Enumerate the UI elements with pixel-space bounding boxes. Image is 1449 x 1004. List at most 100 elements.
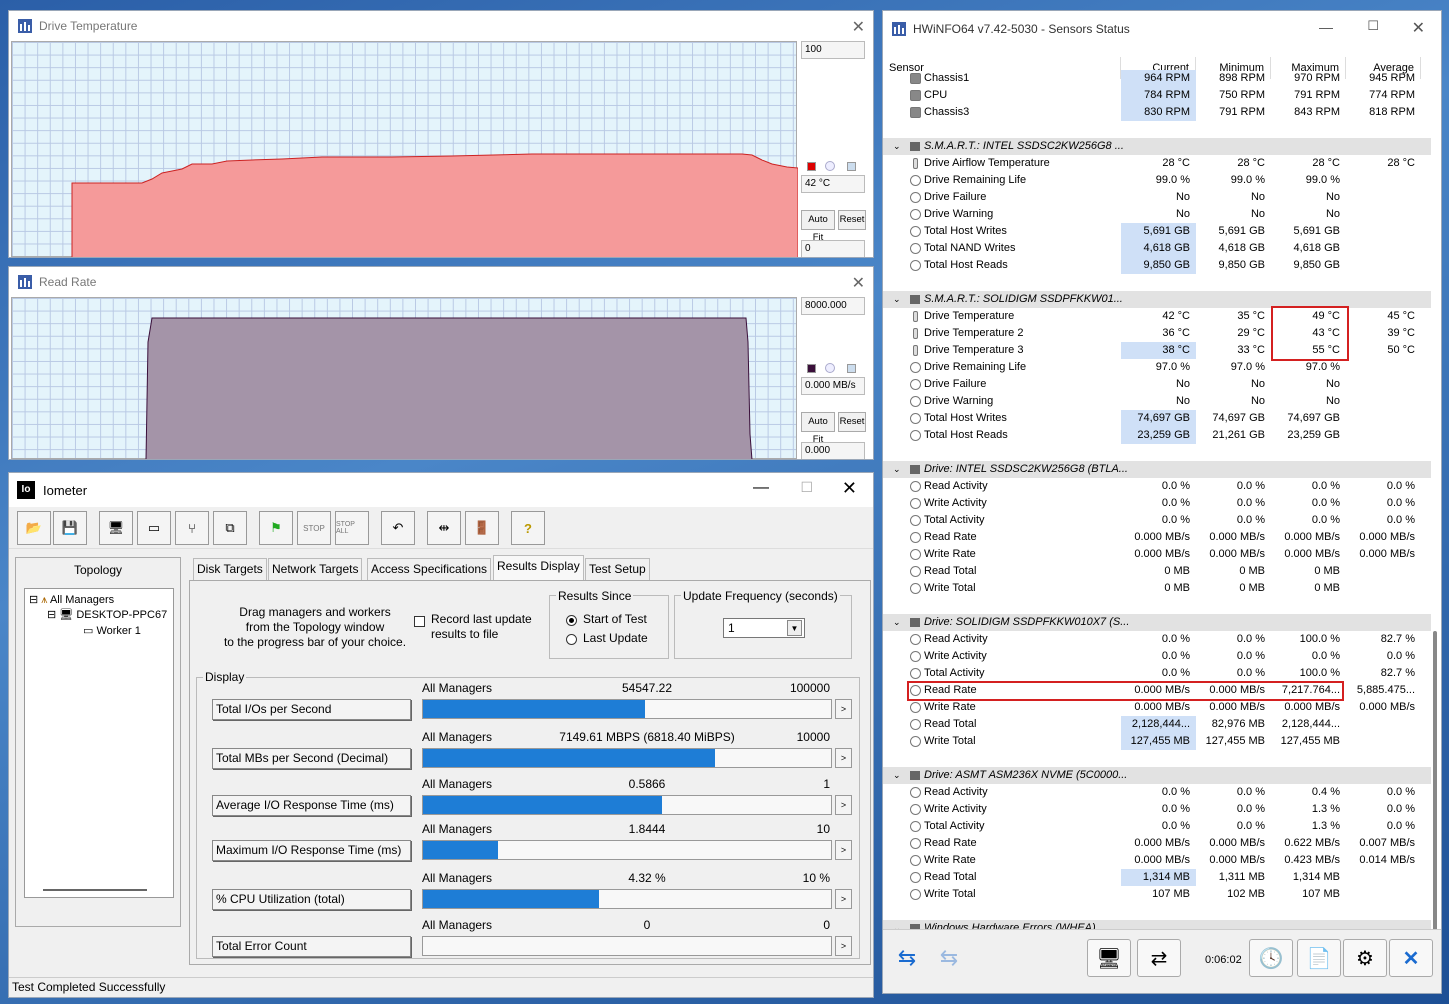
sensor-group-header[interactable]: ⌄ Drive: INTEL SSDSC2KW256G8 (BTLA... xyxy=(883,461,1431,478)
metric-progress-bar[interactable] xyxy=(422,936,832,956)
navigate-arrows-icon[interactable]: ⇆ xyxy=(885,939,929,977)
metric-select-arrow[interactable]: > xyxy=(835,699,852,719)
sensor-row[interactable]: Write Total 127,455 MB 127,455 MB 127,455 M… xyxy=(883,733,1431,750)
sensor-row[interactable]: Write Activity 0.0 % 0.0 % 0.0 % 0.0 % xyxy=(883,495,1431,512)
sensor-row[interactable]: Read Total 2,128,444... 82,976 MB 2,128,444… xyxy=(883,716,1431,733)
title-bar[interactable]: Io Iometer xyxy=(9,473,873,507)
reset-button[interactable]: Reset xyxy=(838,210,866,230)
sensor-monitor-icon[interactable]: 🖥 xyxy=(1087,939,1131,977)
start-tests-icon[interactable]: ⚑ xyxy=(259,511,293,545)
new-network-worker-icon[interactable]: ⑂ xyxy=(175,511,209,545)
sensor-row[interactable]: Read Total 1,314 MB 1,311 MB 1,314 MB xyxy=(883,869,1431,886)
close-sensors-icon[interactable]: ✕ xyxy=(1389,939,1433,977)
sensor-row[interactable]: Total Host Writes 74,697 GB 74,697 GB 74,69… xyxy=(883,410,1431,427)
color-red-swatch[interactable] xyxy=(807,162,816,171)
tree-scrollbar[interactable] xyxy=(43,889,147,891)
title-bar[interactable]: Read Rate xyxy=(9,267,873,297)
stop-all-icon[interactable]: STOP ALL xyxy=(335,511,369,545)
metric-select-arrow[interactable]: > xyxy=(835,795,852,815)
sensor-row[interactable]: Drive Remaining Life 97.0 % 97.0 % 97.0 % xyxy=(883,359,1431,376)
metric-label-button[interactable]: Total MBs per Second (Decimal) xyxy=(212,748,411,769)
tab-test-setup[interactable]: Test Setup xyxy=(585,558,650,580)
sensor-row[interactable]: Read Rate 0.000 MB/s 0.000 MB/s 0.000 MB/s 0… xyxy=(883,529,1431,546)
exit-icon[interactable]: 🚪 xyxy=(465,511,499,545)
sensor-row[interactable]: Read Total 0 MB 0 MB 0 MB xyxy=(883,563,1431,580)
sensor-row[interactable]: Drive Remaining Life 99.0 % 99.0 % 99.0 % xyxy=(883,172,1431,189)
sensor-row[interactable]: Total Host Reads 9,850 GB 9,850 GB 9,850 GB xyxy=(883,257,1431,274)
tab-access-specifications[interactable]: Access Specifications xyxy=(367,558,492,580)
collapse-chevron-icon[interactable]: ⌄ xyxy=(893,767,901,784)
metric-progress-bar[interactable] xyxy=(422,699,832,719)
clock-icon[interactable]: 🕓 xyxy=(1249,939,1293,977)
sensor-row[interactable]: Drive Warning No No No xyxy=(883,393,1431,410)
close-icon[interactable]: ✕ xyxy=(852,273,865,293)
metric-progress-bar[interactable] xyxy=(422,889,832,909)
sensor-row[interactable]: Read Activity 0.0 % 0.0 % 100.0 % 82.7 % xyxy=(883,631,1431,648)
maximize-icon[interactable]: ☐ xyxy=(1367,18,1379,34)
metric-select-arrow[interactable]: > xyxy=(835,936,852,956)
sensor-row[interactable]: Write Activity 0.0 % 0.0 % 0.0 % 0.0 % xyxy=(883,648,1431,665)
sensor-row[interactable]: Drive Failure No No No xyxy=(883,189,1431,206)
title-bar[interactable]: Drive Temperature xyxy=(9,11,873,41)
auto-fit-button[interactable]: Auto Fit xyxy=(801,210,835,243)
metric-select-arrow[interactable]: > xyxy=(835,840,852,860)
new-disk-worker-icon[interactable]: ▭ xyxy=(137,511,171,545)
auto-fit-button[interactable]: Auto Fit xyxy=(801,412,835,445)
sensor-row[interactable]: Total Activity 0.0 % 0.0 % 1.3 % 0.0 % xyxy=(883,818,1431,835)
sensor-row[interactable]: Write Activity 0.0 % 0.0 % 1.3 % 0.0 % xyxy=(883,801,1431,818)
sensor-row[interactable]: Total Host Reads 23,259 GB 21,261 GB 23,259… xyxy=(883,427,1431,444)
close-icon[interactable]: ✕ xyxy=(852,17,865,37)
navigate-disabled-icon[interactable]: ⇆ xyxy=(927,939,971,977)
tree-item-worker[interactable]: ▭ Worker 1 xyxy=(83,624,141,637)
metric-progress-bar[interactable] xyxy=(422,748,832,768)
save-icon[interactable]: 💾 xyxy=(53,511,87,545)
metric-label-button[interactable]: Total Error Count xyxy=(212,936,411,957)
sensor-group-header[interactable]: ⌄ Drive: ASMT ASM236X NVME (5C0000... xyxy=(883,767,1431,784)
network-icon[interactable]: ⇄ xyxy=(1137,939,1181,977)
disconnect-icon[interactable]: ⇹ xyxy=(427,511,461,545)
radio-start-of-test[interactable] xyxy=(566,615,577,626)
color-dark-swatch[interactable] xyxy=(807,364,816,373)
sensor-row[interactable]: CPU 784 RPM 750 RPM 791 RPM 774 RPM xyxy=(883,87,1431,104)
sensor-row[interactable]: Total Activity 0.0 % 0.0 % 100.0 % 82.7 % xyxy=(883,665,1431,682)
metric-label-button[interactable]: Average I/O Response Time (ms) xyxy=(212,795,411,816)
tree-item-all-managers[interactable]: ⊟ ⩚ All Managers xyxy=(29,593,114,607)
sensor-row[interactable]: Read Activity 0.0 % 0.0 % 0.0 % 0.0 % xyxy=(883,478,1431,495)
sensor-row[interactable]: Chassis1 964 RPM 898 RPM 970 RPM 945 RPM xyxy=(883,70,1431,87)
color-option-circle[interactable] xyxy=(825,363,835,373)
close-icon[interactable]: ✕ xyxy=(842,478,857,499)
stop-icon[interactable]: STOP xyxy=(297,511,331,545)
color-option-square[interactable] xyxy=(847,364,856,373)
tab-results-display[interactable]: Results Display xyxy=(493,555,584,580)
metric-select-arrow[interactable]: > xyxy=(835,889,852,909)
sensor-row[interactable]: Write Rate 0.000 MB/s 0.000 MB/s 0.000 MB/s… xyxy=(883,546,1431,563)
settings-icon[interactable]: ⚙ xyxy=(1343,939,1387,977)
reset-button[interactable]: Reset xyxy=(838,412,866,432)
metric-label-button[interactable]: Total I/Os per Second xyxy=(212,699,411,720)
minimize-icon[interactable]: — xyxy=(753,479,769,497)
sensor-row[interactable]: Write Rate 0.000 MB/s 0.000 MB/s 0.000 MB/s… xyxy=(883,699,1431,716)
sensor-row[interactable]: Drive Failure No No No xyxy=(883,376,1431,393)
duplicate-worker-icon[interactable]: ⧉ xyxy=(213,511,247,545)
sensor-group-header[interactable]: ⌄ Drive: SOLIDIGM SSDPFKKW010X7 (S... xyxy=(883,614,1431,631)
sensor-row[interactable]: Write Rate 0.000 MB/s 0.000 MB/s 0.423 MB/s… xyxy=(883,852,1431,869)
collapse-chevron-icon[interactable]: ⌄ xyxy=(893,461,901,478)
sensor-row[interactable]: Read Rate 0.000 MB/s 0.000 MB/s 0.622 MB/s 0… xyxy=(883,835,1431,852)
minimize-icon[interactable]: — xyxy=(1319,19,1333,35)
sensor-row[interactable]: Chassis3 830 RPM 791 RPM 843 RPM 818 RPM xyxy=(883,104,1431,121)
metric-select-arrow[interactable]: > xyxy=(835,748,852,768)
update-frequency-select[interactable]: 1 ▼ xyxy=(723,618,805,638)
sensor-row[interactable]: Total NAND Writes 4,618 GB 4,618 GB 4,618 G… xyxy=(883,240,1431,257)
new-manager-icon[interactable]: 🖥 xyxy=(99,511,133,545)
add-report-icon[interactable]: 📄 xyxy=(1297,939,1341,977)
collapse-chevron-icon[interactable]: ⌄ xyxy=(893,291,901,308)
tab-network-targets[interactable]: Network Targets xyxy=(268,558,363,580)
maximize-icon[interactable]: ☐ xyxy=(800,479,813,496)
close-icon[interactable]: ✕ xyxy=(1412,18,1425,38)
sensor-row[interactable]: Drive Airflow Temperature 28 °C 28 °C 28 °C… xyxy=(883,155,1431,172)
radio-last-update[interactable] xyxy=(566,634,577,645)
sensor-row[interactable]: Total Activity 0.0 % 0.0 % 0.0 % 0.0 % xyxy=(883,512,1431,529)
metric-progress-bar[interactable] xyxy=(422,840,832,860)
tab-disk-targets[interactable]: Disk Targets xyxy=(193,558,267,580)
sensor-group-header[interactable]: ⌄ S.M.A.R.T.: INTEL SSDSC2KW256G8 ... xyxy=(883,138,1431,155)
